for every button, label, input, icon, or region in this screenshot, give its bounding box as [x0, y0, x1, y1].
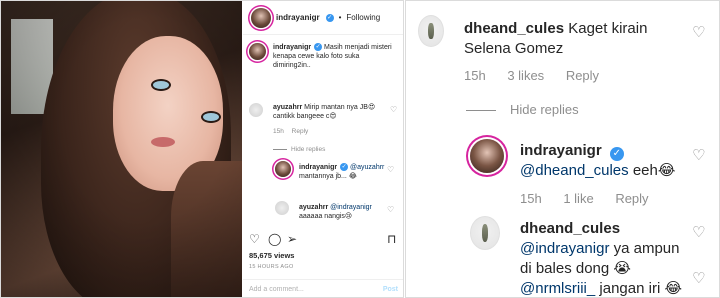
likes-count[interactable]: 1 like [563, 191, 593, 206]
instagram-post-panel: indrayanigr ✓ • Following indrayanigr ✓ … [0, 0, 404, 298]
mention-link[interactable]: @nrmlsriii_ [520, 280, 595, 297]
post-timestamp: 15 HOURS AGO [249, 264, 294, 270]
reply: indrayanigr ✓ @ayuzahrr mantannya jb... … [275, 161, 395, 191]
comment-time: 15h [273, 128, 284, 135]
reply: dheand_cules @indrayanigr ya ampun di ba… [520, 219, 690, 297]
reply-text: mantannya jb... 😂 [299, 173, 357, 180]
comment-username[interactable]: ayuzahrr [273, 104, 302, 111]
following-button[interactable]: Following [346, 13, 380, 22]
comment-meta: 15h 3 likes Reply [464, 68, 617, 83]
avatar[interactable] [418, 15, 444, 47]
bookmark-icon[interactable]: ⊓ [387, 232, 396, 246]
reply: indrayanigr ✓ @dheand_cules eeh😂 [520, 141, 690, 181]
heart-icon[interactable]: ♡ [692, 146, 705, 164]
avatar[interactable] [470, 139, 504, 173]
heart-icon[interactable]: ♡ [387, 205, 394, 214]
caption-username[interactable]: indrayanigr [273, 44, 311, 51]
reply-text: jangan iri 😂 [599, 280, 682, 297]
add-comment-bar: Add a comment... Post [243, 279, 403, 297]
verified-badge-icon: ✓ [340, 163, 349, 172]
mention-link[interactable]: @ayuzahrr [350, 164, 384, 171]
reply-username[interactable]: indrayanigr [299, 164, 337, 171]
verified-badge-icon: ✓ [325, 13, 334, 22]
reply-link[interactable]: Reply [615, 191, 648, 206]
heart-icon[interactable]: ♡ [387, 165, 394, 174]
avatar[interactable] [249, 43, 266, 60]
hide-replies-toggle[interactable]: Hide replies [466, 102, 579, 117]
comment-time: 15h [464, 68, 486, 83]
reply-username[interactable]: indrayanigr [520, 142, 602, 159]
mention-link[interactable]: @dheand_cules [520, 162, 629, 179]
heart-icon[interactable]: ♡ [249, 232, 260, 246]
comment: dheand_cules Kaget kirain Selena Gomez [464, 19, 689, 59]
post-photo[interactable] [1, 1, 242, 297]
avatar[interactable] [251, 7, 271, 28]
mention-link[interactable]: @indrayanigr [520, 240, 609, 257]
views-count: 85,675 views [249, 251, 295, 260]
heart-icon[interactable]: ♡ [692, 23, 705, 41]
reply-username[interactable]: dheand_cules [520, 220, 620, 237]
avatar[interactable] [249, 103, 263, 117]
reply: ayuzahrr @indrayanigr aaaaaa nangis😢 ♡ [275, 201, 395, 227]
separator-dot: • [338, 13, 342, 22]
likes-count[interactable]: 3 likes [507, 68, 544, 83]
add-comment-input[interactable]: Add a comment... [249, 286, 304, 293]
post-button[interactable]: Post [383, 286, 398, 293]
post-header: indrayanigr ✓ • Following [243, 1, 403, 35]
post-username[interactable]: indrayanigr [276, 13, 320, 22]
reply-link[interactable]: Reply [292, 128, 309, 135]
avatar[interactable] [275, 201, 289, 215]
heart-icon[interactable]: ♡ [692, 269, 705, 287]
post-sidebar: indrayanigr ✓ • Following indrayanigr ✓ … [243, 1, 403, 297]
comment-icon[interactable]: ◯ [268, 232, 281, 246]
comment-username[interactable]: dheand_cules [464, 20, 564, 37]
hide-replies-toggle[interactable]: Hide replies [273, 146, 325, 153]
reply-username[interactable]: ayuzahrr [299, 204, 328, 211]
caption: indrayanigr ✓ Masih menjadi misteri kena… [249, 43, 399, 77]
comment-time: 15h [520, 191, 542, 206]
post-actions: ♡ ◯ ➢ ⊓ [249, 232, 399, 246]
comment: ayuzahrr Mirip mantan nya JB😍 cantikk ba… [249, 103, 399, 143]
avatar[interactable] [470, 216, 500, 250]
zoomed-comment-thread: dheand_cules Kaget kirain Selena Gomez 1… [405, 0, 720, 298]
heart-icon[interactable]: ♡ [692, 223, 705, 241]
reply-text: eeh😂 [632, 162, 676, 179]
mention-link[interactable]: @indrayanigr [330, 204, 372, 211]
reply-link[interactable]: Reply [566, 68, 599, 83]
avatar[interactable] [275, 161, 291, 177]
verified-badge-icon: ✓ [609, 147, 624, 161]
reply-meta: 15h 1 like Reply [520, 191, 667, 206]
heart-icon[interactable]: ♡ [390, 105, 397, 114]
reply-text: aaaaaa nangis😢 [299, 213, 353, 220]
verified-badge-icon: ✓ [314, 43, 323, 52]
share-icon[interactable]: ➢ [287, 232, 297, 246]
